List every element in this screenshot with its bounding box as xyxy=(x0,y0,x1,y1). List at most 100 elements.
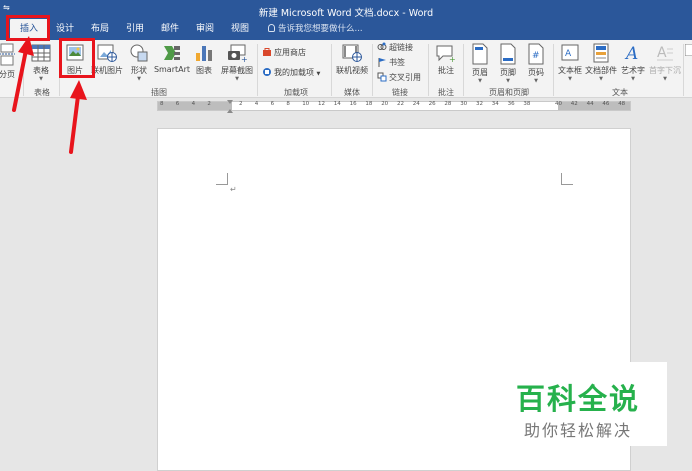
svg-text:A: A xyxy=(624,44,638,63)
paragraph-mark: ↵ xyxy=(230,185,237,194)
dropcap-button[interactable]: A 首字下沉 ▼ xyxy=(648,43,682,82)
chevron-down-icon: ▼ xyxy=(316,71,321,77)
ruler-number: 44 xyxy=(586,101,594,107)
chevron-down-icon: ▼ xyxy=(631,76,635,82)
ruler-number: 26 xyxy=(428,101,436,107)
horizontal-ruler[interactable]: 8 6 4 2 2 4 6 8 10 12 14 16 18 20 22 24 26 28 30 32 34 36 38 40… xyxy=(157,100,631,113)
tell-me-search[interactable]: 告诉我您想要做什么... xyxy=(268,19,363,40)
tell-me-placeholder: 告诉我您想要做什么... xyxy=(278,24,363,34)
my-addins-label: 我的加载项 xyxy=(274,68,314,77)
group-label-media: 媒体 xyxy=(344,88,360,97)
bookmark-label: 书签 xyxy=(389,58,405,67)
my-addins-button[interactable]: 我的加载项 ▼ xyxy=(262,67,320,78)
signature-line-icon xyxy=(685,44,692,56)
lightbulb-icon xyxy=(268,24,275,32)
hyperlink-label: 超链接 xyxy=(389,43,413,52)
footer-button[interactable]: 页脚 ▼ xyxy=(495,43,521,84)
header-icon xyxy=(472,43,488,65)
group-label-addins: 加载项 xyxy=(284,88,308,97)
group-divider xyxy=(257,44,258,96)
svg-text:+: + xyxy=(449,55,456,63)
red-arrow-icon xyxy=(12,36,34,112)
comment-icon: + xyxy=(436,45,456,63)
tab-view[interactable]: 视图 xyxy=(227,19,253,40)
ruler-number: 6 xyxy=(175,101,180,107)
store-button[interactable]: 应用商店 xyxy=(262,47,306,58)
shapes-button[interactable]: 形状 ▼ xyxy=(127,43,151,82)
textbox-icon: A xyxy=(561,44,579,61)
store-icon xyxy=(263,48,271,56)
chart-icon xyxy=(196,46,212,61)
tab-layout[interactable]: 布局 xyxy=(87,19,113,40)
cross-reference-button[interactable]: 交叉引用 xyxy=(377,72,421,83)
comment-button[interactable]: + 批注 xyxy=(433,43,459,76)
wordart-button[interactable]: A 艺术字 ▼ xyxy=(619,43,647,82)
ruler-number: 30 xyxy=(460,101,468,107)
shapes-icon xyxy=(130,44,148,62)
header-button[interactable]: 页眉 ▼ xyxy=(467,43,493,84)
online-video-button[interactable]: 联机视频 xyxy=(334,43,370,76)
ruler-number: 8 xyxy=(160,101,164,107)
ruler-number: 34 xyxy=(491,101,499,107)
ruler-number: 48 xyxy=(618,101,626,107)
group-divider xyxy=(372,44,373,96)
group-divider xyxy=(553,44,554,96)
chart-button[interactable]: 图表 xyxy=(192,43,216,76)
ruler-number: 46 xyxy=(602,101,610,107)
ruler-number: 36 xyxy=(507,101,515,107)
ruler-number: 10 xyxy=(302,101,310,107)
screenshot-icon: + xyxy=(228,44,248,63)
tab-references[interactable]: 引用 xyxy=(122,19,148,40)
page-number-icon: # xyxy=(528,43,544,65)
chevron-down-icon: ▼ xyxy=(568,76,572,82)
link-icon xyxy=(377,42,387,50)
group-label-illustrations: 插图 xyxy=(151,88,167,97)
first-line-indent-marker[interactable] xyxy=(227,100,233,104)
svg-text:A: A xyxy=(565,49,572,59)
group-label-text: 文本 xyxy=(612,88,628,97)
watermark-subtitle: 助你轻松解决 xyxy=(524,421,633,440)
ruler-number: 20 xyxy=(381,101,389,107)
cross-reference-icon xyxy=(377,72,387,82)
textbox-button[interactable]: A 文本框 ▼ xyxy=(555,43,585,82)
hanging-indent-marker[interactable] xyxy=(227,109,233,113)
ruler-number: 16 xyxy=(349,101,357,107)
watermark-title: 百科全说 xyxy=(516,382,641,416)
smartart-button[interactable]: SmartArt xyxy=(153,43,191,74)
quick-parts-button[interactable]: 文档部件 ▼ xyxy=(585,43,617,82)
online-video-label: 联机视频 xyxy=(336,66,368,75)
screenshot-button[interactable]: + 屏幕截图 ▼ xyxy=(217,43,257,82)
ruler-number: 28 xyxy=(444,101,452,107)
addins-icon xyxy=(263,68,271,76)
shapes-label: 形状 xyxy=(131,66,147,75)
ruler-number: 2 xyxy=(239,101,243,107)
svg-text:#: # xyxy=(532,51,540,61)
ruler-number: 38 xyxy=(523,101,531,107)
tab-design[interactable]: 设计 xyxy=(52,19,78,40)
ribbon: 分页 表格 ▼ 表格 图片 联机图片 形状 ▼ SmartArt 图表 + 屏幕… xyxy=(0,40,692,98)
page-number-button[interactable]: # 页码 ▼ xyxy=(523,43,549,84)
title-bar: ⇋ 新建 Microsoft Word 文档.docx - Word 插入 设计… xyxy=(0,0,692,40)
hyperlink-button[interactable]: 超链接 xyxy=(377,42,413,53)
chevron-down-icon: ▼ xyxy=(663,76,667,82)
footer-icon xyxy=(500,43,516,65)
chevron-down-icon: ▼ xyxy=(534,78,538,84)
ruler-number: 8 xyxy=(286,101,290,107)
group-label-header-footer: 页眉和页脚 xyxy=(489,88,529,97)
store-label: 应用商店 xyxy=(274,48,306,57)
chevron-down-icon: ▼ xyxy=(478,78,482,84)
ruler-number: 40 xyxy=(555,101,562,107)
group-label-comments: 批注 xyxy=(438,88,454,97)
tab-mailings[interactable]: 邮件 xyxy=(157,19,183,40)
group-label-links: 链接 xyxy=(392,88,408,97)
bookmark-button[interactable]: 书签 xyxy=(377,57,405,68)
online-video-icon xyxy=(342,44,362,62)
quick-parts-label: 文档部件 xyxy=(585,66,617,75)
highlight-box-picture-button xyxy=(59,38,95,78)
screenshot-label: 屏幕截图 xyxy=(221,66,253,75)
tab-review[interactable]: 审阅 xyxy=(192,19,218,40)
online-picture-button[interactable]: 联机图片 xyxy=(91,43,123,76)
group-divider xyxy=(331,44,332,96)
textbox-label: 文本框 xyxy=(558,66,582,75)
chevron-down-icon: ▼ xyxy=(506,78,510,84)
